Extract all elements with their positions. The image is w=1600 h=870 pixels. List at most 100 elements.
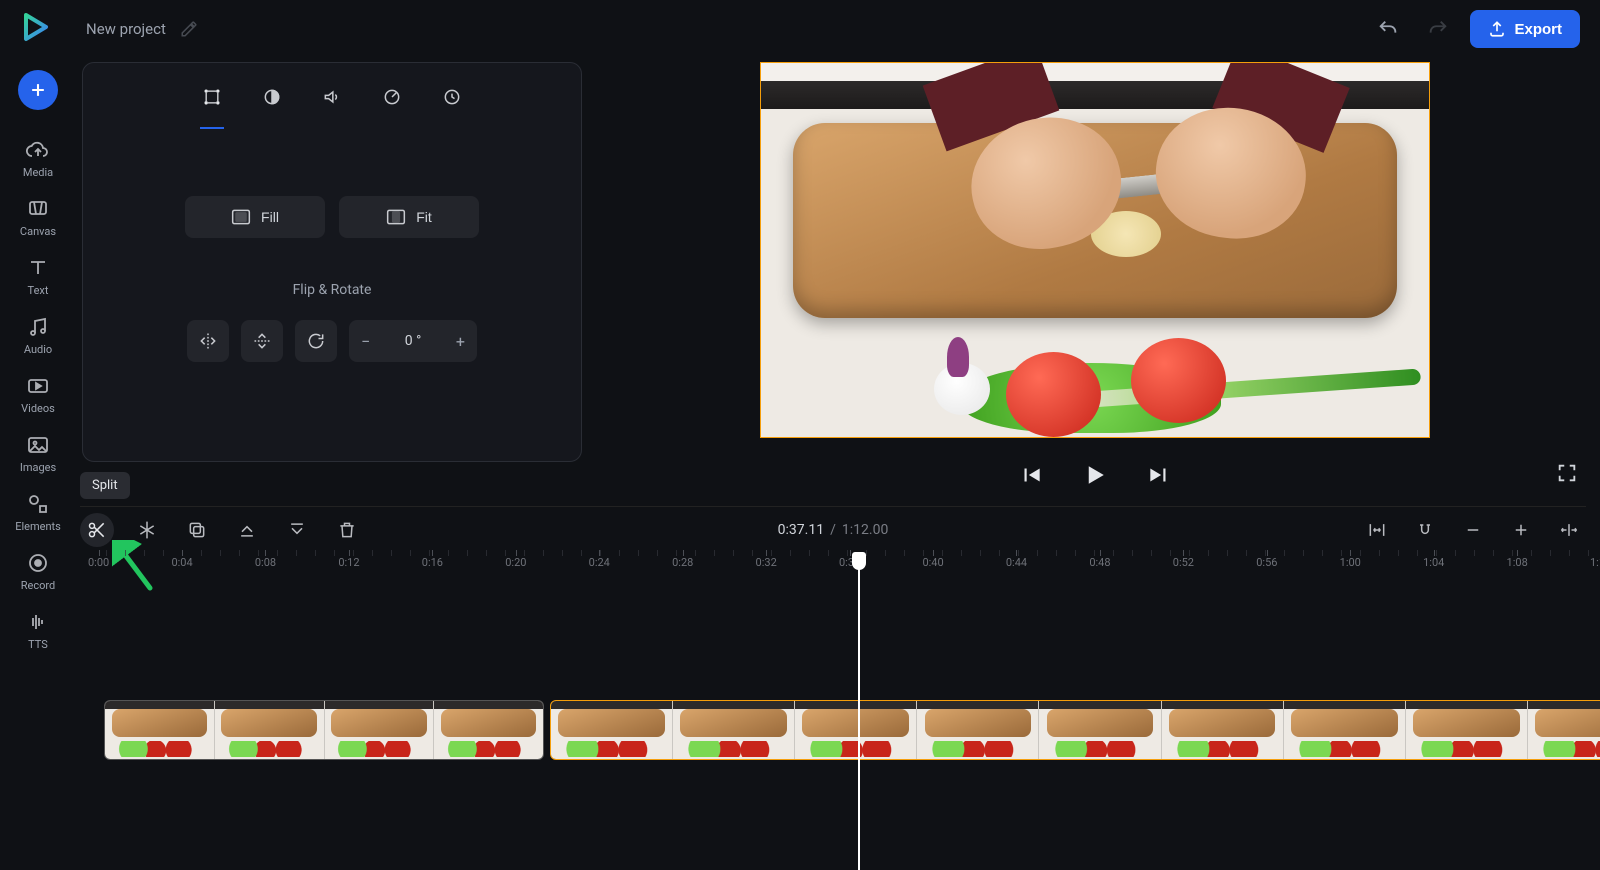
timeline-toolbar: 0:37.11 / 1:12.00 [80, 508, 1586, 552]
ruler-tick: 1:04 [1423, 556, 1444, 569]
ruler-tick: 0:00 [88, 556, 109, 569]
app-logo [20, 12, 50, 42]
preview-canvas[interactable] [760, 62, 1430, 438]
decrement-button[interactable]: − [361, 332, 370, 351]
layer-up-button[interactable] [230, 513, 264, 547]
crop-icon [202, 87, 222, 107]
flip-h-icon [198, 331, 218, 351]
rotate-input[interactable]: − 0 ° + [349, 320, 477, 362]
rotate-cw-button[interactable] [295, 320, 337, 362]
ruler-tick: 0:16 [422, 556, 443, 569]
ruler-tick: 0:44 [1006, 556, 1027, 569]
undo-button[interactable] [1370, 11, 1406, 47]
fit-icon [386, 208, 406, 226]
fit-button[interactable]: Fit [339, 196, 479, 238]
rotate-icon [306, 331, 326, 351]
chevron-up-line-icon [237, 520, 257, 540]
zoom-in-button[interactable] [1504, 513, 1538, 547]
fill-button[interactable]: Fill [185, 196, 325, 238]
freeze-button[interactable] [130, 513, 164, 547]
fit-width-icon [1367, 520, 1387, 540]
scissors-icon [87, 520, 107, 540]
sidebar-item-elements[interactable]: Elements [8, 492, 68, 533]
sidebar-item-record[interactable]: Record [8, 551, 68, 592]
timeline-magnet-button[interactable] [1408, 513, 1442, 547]
cloud-upload-icon [26, 138, 50, 162]
increment-button[interactable]: + [456, 332, 465, 351]
topbar: New project Export [76, 0, 1600, 58]
next-button[interactable] [1146, 460, 1172, 490]
redo-button[interactable] [1420, 11, 1456, 47]
tab-animation[interactable] [438, 83, 466, 111]
upload-icon [1488, 20, 1506, 38]
edit-title-icon[interactable] [180, 20, 198, 38]
sidebar-item-text[interactable]: Text [8, 256, 68, 297]
record-icon [26, 551, 50, 575]
fill-icon [231, 208, 251, 226]
timeline-ruler[interactable]: 0:000:040:080:120:160:200:240:280:320:36… [88, 556, 1590, 586]
ruler-tick: 0:32 [756, 556, 777, 569]
tab-transform[interactable] [198, 83, 226, 111]
sidebar-label: Canvas [20, 225, 56, 238]
duplicate-button[interactable] [180, 513, 214, 547]
sidebar-label: Audio [24, 343, 52, 356]
sidebar-item-images[interactable]: Images [8, 433, 68, 474]
clip-1[interactable] [104, 700, 544, 760]
play-button[interactable] [1080, 460, 1110, 490]
canvas-icon [26, 197, 50, 221]
snowflake-icon [137, 520, 157, 540]
project-title[interactable]: New project [86, 20, 166, 38]
property-panel: Fill Fit Flip & Rotate − 0 ° + [82, 62, 582, 462]
flip-horizontal-button[interactable] [187, 320, 229, 362]
sidebar-label: Videos [21, 402, 55, 415]
tab-color[interactable] [258, 83, 286, 111]
playback-controls [760, 460, 1430, 490]
split-button[interactable] [80, 513, 114, 547]
add-button[interactable] [18, 70, 58, 110]
sidebar-label: Media [23, 166, 53, 179]
ruler-tick: 0:52 [1173, 556, 1194, 569]
layer-down-button[interactable] [280, 513, 314, 547]
timeline-tracks[interactable] [80, 600, 1590, 870]
export-button[interactable]: Export [1470, 10, 1580, 48]
tab-volume[interactable] [318, 83, 346, 111]
flip-vertical-button[interactable] [241, 320, 283, 362]
music-icon [26, 315, 50, 339]
sidebar-item-canvas[interactable]: Canvas [8, 197, 68, 238]
chevron-down-line-icon [287, 520, 307, 540]
target-icon [382, 87, 402, 107]
zoom-fit-button[interactable] [1552, 513, 1586, 547]
sidebar-label: TTS [28, 638, 48, 651]
clip-2-selected[interactable] [550, 700, 1600, 760]
sidebar-item-audio[interactable]: Audio [8, 315, 68, 356]
prev-button[interactable] [1018, 460, 1044, 490]
ruler-tick: 0:56 [1256, 556, 1277, 569]
ruler-tick: 1:12 [1590, 556, 1600, 569]
collapse-h-icon [1559, 520, 1579, 540]
video-icon [26, 374, 50, 398]
flip-v-icon [252, 331, 272, 351]
contrast-icon [262, 87, 282, 107]
sidebar-item-media[interactable]: Media [8, 138, 68, 179]
ruler-tick: 0:20 [505, 556, 526, 569]
trash-icon [337, 520, 357, 540]
tab-speed[interactable] [378, 83, 406, 111]
split-tooltip: Split [80, 472, 130, 499]
ruler-tick: 0:48 [1089, 556, 1110, 569]
sidebar-item-videos[interactable]: Videos [8, 374, 68, 415]
delete-button[interactable] [330, 513, 364, 547]
sidebar-label: Text [28, 284, 49, 297]
timeline-time: 0:37.11 / 1:12.00 [778, 522, 889, 538]
zoom-out-button[interactable] [1456, 513, 1490, 547]
sidebar-label: Elements [15, 520, 61, 533]
sidebar-label: Images [20, 461, 56, 474]
playhead-line[interactable] [858, 552, 860, 870]
waveform-icon [26, 610, 50, 634]
ruler-tick: 1:00 [1340, 556, 1361, 569]
playhead-handle[interactable] [852, 552, 866, 570]
timeline-fit-button[interactable] [1360, 513, 1394, 547]
sidebar-item-tts[interactable]: TTS [8, 610, 68, 651]
image-icon [26, 433, 50, 457]
fullscreen-button[interactable] [1556, 462, 1578, 484]
shapes-icon [26, 492, 50, 516]
